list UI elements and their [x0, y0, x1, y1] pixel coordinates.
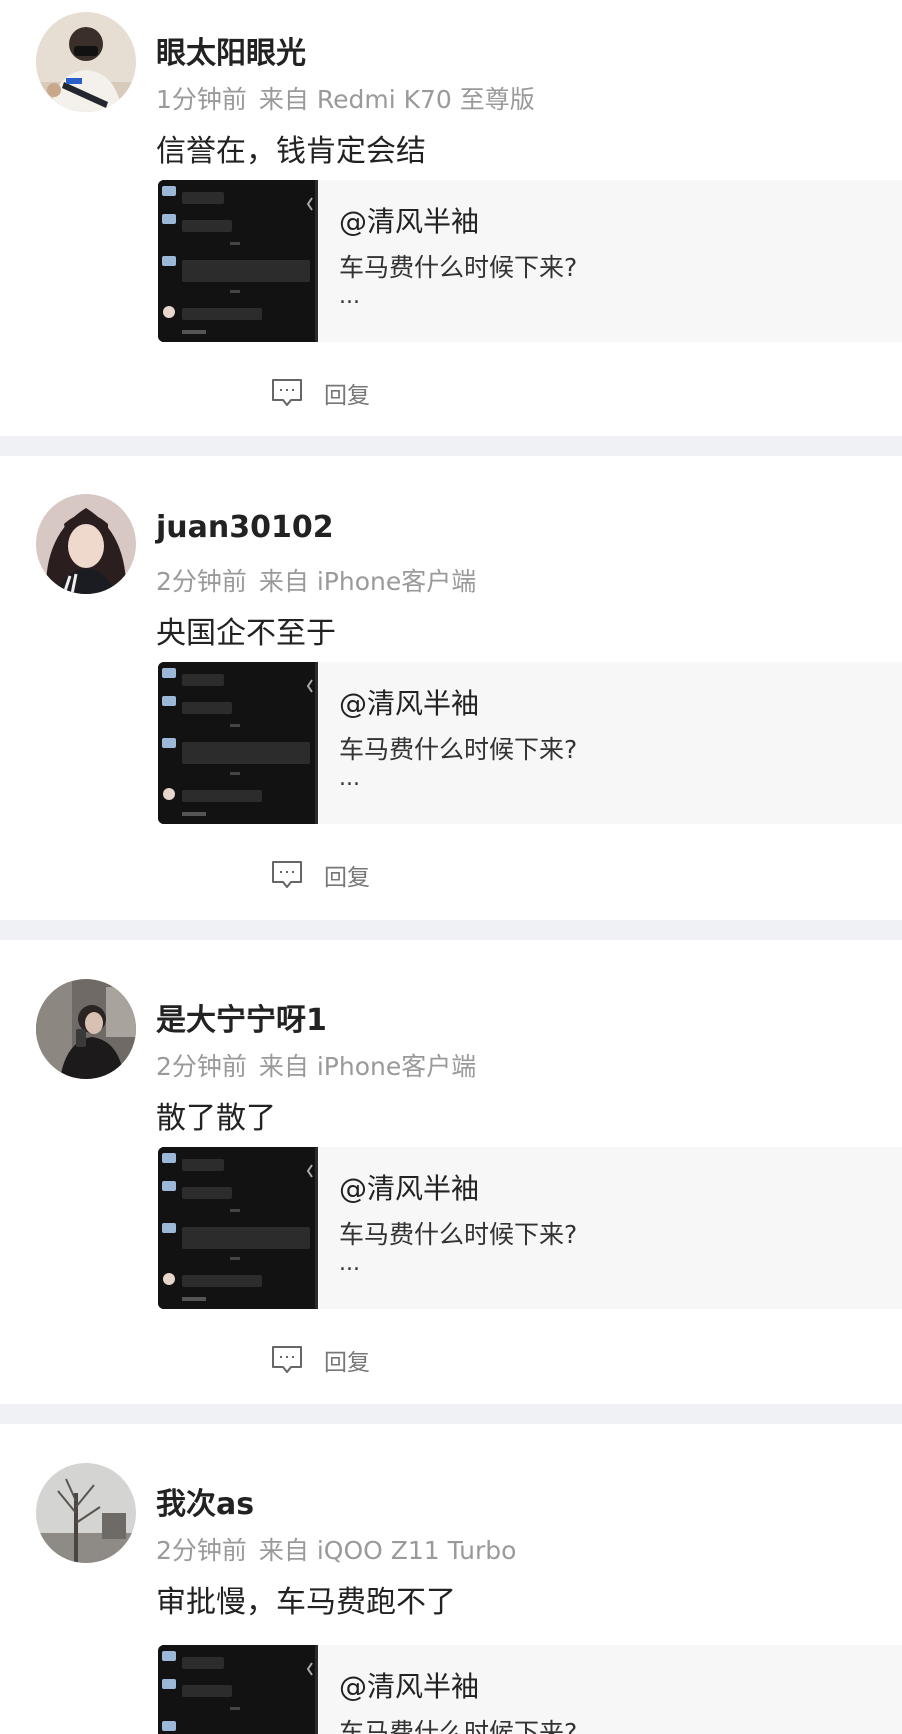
comment-bubble-icon [272, 861, 302, 888]
comment-text: 信誉在，钱肯定会结 [156, 134, 426, 169]
device-source: 来自 iPhone客户端 [258, 1052, 477, 1081]
quoted-text: 车马费什么时候下来? [339, 735, 578, 764]
comment-bubble-icon [272, 379, 302, 406]
quoted-ellipsis: ... [339, 284, 360, 309]
reply-label: 回复 [324, 1350, 370, 1376]
comment-meta: 2分钟前 来自 iPhone客户端 [156, 562, 476, 598]
quoted-author[interactable]: @清风半袖 [339, 1665, 479, 1705]
comment-card: 眼太阳眼光 1分钟前 来自 Redmi K70 至尊版 信誉在，钱肯定会结 @清… [0, 0, 902, 436]
comment-text: 审批慢，车马费跑不了 [156, 1585, 456, 1620]
username[interactable]: 我次as [156, 1479, 254, 1523]
avatar-person-sling-icon [36, 12, 136, 112]
chat-screenshot-thumbnail-icon [158, 662, 318, 824]
chat-screenshot-thumbnail-icon [158, 1147, 318, 1309]
divider [0, 920, 902, 940]
avatar[interactable] [36, 979, 136, 1079]
comment-meta: 1分钟前 来自 Redmi K70 至尊版 [156, 80, 535, 116]
username[interactable]: 眼太阳眼光 [156, 28, 306, 72]
timestamp: 2分钟前 [156, 1052, 247, 1081]
timestamp: 1分钟前 [156, 85, 247, 114]
username[interactable]: juan30102 [156, 510, 334, 545]
comment-bubble-icon [272, 1346, 302, 1373]
divider [0, 436, 902, 456]
avatar-girl-icon [36, 494, 136, 594]
chat-screenshot-thumbnail-icon [158, 180, 318, 342]
comment-card: 是大宁宁呀1 2分钟前 来自 iPhone客户端 散了散了 @清风半袖 车马费什… [0, 940, 902, 1376]
reply-button[interactable]: 回复 [270, 375, 370, 411]
comment-text: 央国企不至于 [156, 616, 336, 651]
quoted-post-thumbnail [158, 1645, 318, 1734]
quoted-author[interactable]: @清风半袖 [339, 200, 479, 240]
reply-label: 回复 [324, 865, 370, 891]
quoted-post[interactable]: @清风半袖 车马费什么时候下来? ... [158, 662, 902, 824]
quoted-post-thumbnail [158, 180, 318, 342]
avatar[interactable] [36, 494, 136, 594]
comment-meta: 2分钟前 来自 iPhone客户端 [156, 1047, 476, 1083]
avatar[interactable] [36, 12, 136, 112]
quoted-ellipsis: ... [339, 766, 360, 791]
avatar-selfie-icon [36, 979, 136, 1079]
quoted-text: 车马费什么时候下来? [339, 1718, 578, 1734]
divider [0, 1404, 902, 1424]
comment-meta: 2分钟前 来自 iQOO Z11 Turbo [156, 1531, 516, 1567]
quoted-post[interactable]: @清风半袖 车马费什么时候下来? [158, 1645, 902, 1734]
avatar-winter-tree-icon [36, 1463, 136, 1563]
quoted-post-thumbnail [158, 662, 318, 824]
reply-button[interactable]: 回复 [270, 1342, 370, 1378]
quoted-ellipsis: ... [339, 1251, 360, 1276]
comment-text: 散了散了 [156, 1101, 276, 1136]
device-source: 来自 Redmi K70 至尊版 [258, 85, 535, 114]
quoted-post[interactable]: @清风半袖 车马费什么时候下来? ... [158, 180, 902, 342]
quoted-post[interactable]: @清风半袖 车马费什么时候下来? ... [158, 1147, 902, 1309]
quoted-author[interactable]: @清风半袖 [339, 682, 479, 722]
device-source: 来自 iPhone客户端 [258, 567, 477, 596]
comment-card: 我次as 2分钟前 来自 iQOO Z11 Turbo 审批慢，车马费跑不了 @清… [0, 1424, 902, 1734]
quoted-text: 车马费什么时候下来? [339, 253, 578, 282]
quoted-post-thumbnail [158, 1147, 318, 1309]
timestamp: 2分钟前 [156, 1536, 247, 1565]
quoted-text: 车马费什么时候下来? [339, 1220, 578, 1249]
chat-screenshot-thumbnail-icon [158, 1645, 318, 1734]
avatar[interactable] [36, 1463, 136, 1563]
quoted-author[interactable]: @清风半袖 [339, 1167, 479, 1207]
reply-button[interactable]: 回复 [270, 857, 370, 893]
device-source: 来自 iQOO Z11 Turbo [258, 1536, 517, 1565]
timestamp: 2分钟前 [156, 567, 247, 596]
comment-card: juan30102 2分钟前 来自 iPhone客户端 央国企不至于 @清风半袖… [0, 456, 902, 892]
username[interactable]: 是大宁宁呀1 [156, 995, 327, 1039]
reply-label: 回复 [324, 383, 370, 409]
